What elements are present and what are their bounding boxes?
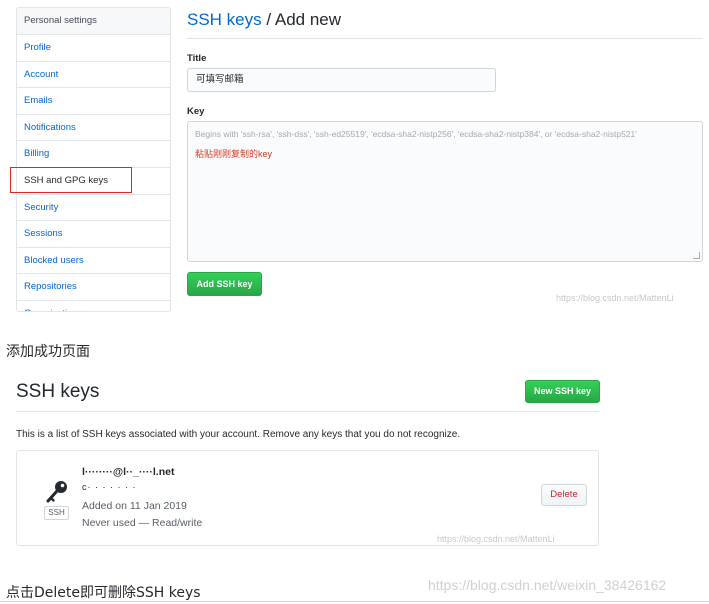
sidebar-item-billing[interactable]: Billing (17, 141, 170, 168)
highlight-box (10, 167, 132, 193)
watermark-page: https://blog.csdn.net/weixin_38426162 (428, 577, 667, 593)
sidebar-item-blocked-users[interactable]: Blocked users (17, 248, 170, 275)
ssh-badge: SSH (44, 506, 69, 520)
key-title: l········@l··_····l.net (82, 466, 175, 478)
resize-handle[interactable] (693, 252, 700, 259)
key-added-date: Added on 11 Jan 2019 (82, 500, 187, 512)
delete-key-button[interactable]: Delete (541, 484, 587, 506)
new-ssh-key-button[interactable]: New SSH key (525, 380, 600, 403)
sidebar-item-account[interactable]: Account (17, 62, 170, 89)
sidebar-header: Personal settings (17, 8, 170, 35)
sidebar-item-repositories[interactable]: Repositories (17, 274, 170, 301)
breadcrumb-ssh-keys-link[interactable]: SSH keys (187, 10, 262, 29)
ssh-keys-description: This is a list of SSH keys associated wi… (16, 429, 461, 440)
bottom-divider (0, 601, 709, 602)
breadcrumb-separator: / (261, 10, 275, 29)
title-divider (187, 38, 703, 39)
key-fingerprint: c· · · · · · · (82, 482, 137, 492)
heading-divider (16, 411, 599, 412)
sidebar-item-sessions[interactable]: Sessions (17, 221, 170, 248)
sidebar-item-notifications[interactable]: Notifications (17, 115, 170, 142)
breadcrumb-current: Add new (274, 10, 342, 29)
sidebar-item-emails[interactable]: Emails (17, 88, 170, 115)
sidebar-item-organizations[interactable]: Organizations (17, 301, 170, 311)
key-usage: Never used — Read/write (82, 517, 203, 529)
sidebar-item-security[interactable]: Security (17, 195, 170, 222)
caption-delete: 点击Delete即可删除SSH keys (6, 585, 201, 601)
key-placeholder: Begins with 'ssh-rsa', 'ssh-dss', 'ssh-e… (195, 129, 637, 139)
page-title: SSH keys / Add new (187, 10, 341, 30)
key-textarea[interactable]: Begins with 'ssh-rsa', 'ssh-dss', 'ssh-e… (187, 121, 703, 262)
title-label: Title (187, 53, 207, 64)
key-icon (43, 479, 71, 507)
add-ssh-key-button[interactable]: Add SSH key (187, 272, 262, 296)
watermark-top: https://blog.csdn.net/MattenLi (556, 293, 674, 303)
watermark-keys: https://blog.csdn.net/MattenLi (437, 534, 555, 544)
key-label: Key (187, 106, 205, 117)
sidebar-item-profile[interactable]: Profile (17, 35, 170, 62)
title-input[interactable]: 可填写邮箱 (187, 68, 496, 92)
key-pasted-note: 粘贴刚刚复制的key (195, 149, 273, 159)
settings-sidebar: Personal settings Profile Account Emails… (16, 7, 171, 312)
ssh-keys-heading: SSH keys (16, 381, 100, 402)
ssh-key-item: SSH l········@l··_····l.net c· · · · · ·… (16, 450, 599, 546)
caption-success: 添加成功页面 (6, 344, 90, 360)
